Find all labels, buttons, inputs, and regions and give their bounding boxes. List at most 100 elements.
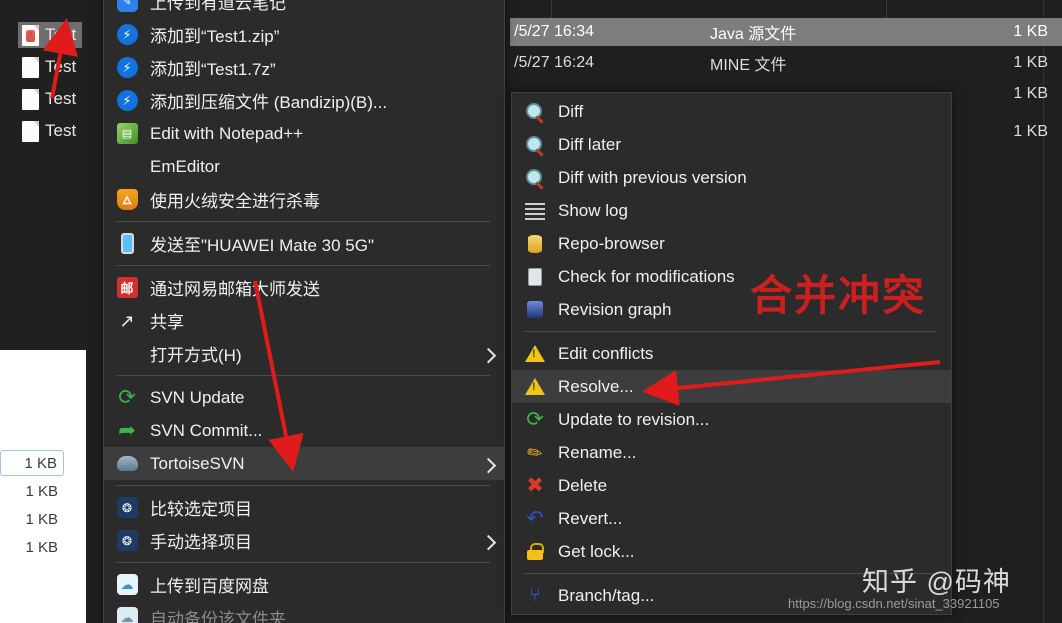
bandizip-icon: ⚡ bbox=[114, 90, 140, 112]
list-item[interactable]: Test bbox=[22, 118, 76, 144]
share-icon: ↗ bbox=[119, 310, 135, 331]
menu-item-svn-commit[interactable]: ➦ SVN Commit... bbox=[104, 414, 504, 447]
menu-item-edit-with-notepadpp[interactable]: ▤ Edit with Notepad++ bbox=[104, 117, 504, 150]
beyond-compare-icon: ❂ bbox=[114, 530, 140, 552]
menu-item-label: Repo-browser bbox=[558, 233, 665, 253]
table-row[interactable]: /5/27 16:34 Java 源文件 1 KB bbox=[510, 18, 1062, 46]
menu-item-label: Get lock... bbox=[558, 541, 635, 561]
menu-item-compare-selected[interactable]: ❂ 比较选定项目 bbox=[104, 491, 504, 524]
menu-item-edit-conflicts[interactable]: Edit conflicts bbox=[512, 337, 951, 370]
cell-type: MINE 文件 bbox=[710, 57, 787, 74]
youdao-note-icon: ✎ bbox=[114, 0, 140, 13]
menu-item-revision-graph[interactable]: Revision graph bbox=[512, 293, 951, 326]
menu-item-label: 添加到“Test1.zip” bbox=[150, 27, 280, 46]
explorer-left-pane bbox=[0, 0, 86, 350]
menu-item-revert[interactable]: ↶ Revert... bbox=[512, 502, 951, 535]
menu-item-add-to-7z[interactable]: ⚡ 添加到“Test1.7z” bbox=[104, 51, 504, 84]
menu-separator bbox=[116, 221, 490, 222]
menu-item-emeditor[interactable]: EmEditor bbox=[104, 150, 504, 183]
warning-icon bbox=[522, 343, 548, 365]
menu-item-tortoisesvn[interactable]: TortoiseSVN bbox=[104, 447, 504, 480]
show-log-icon bbox=[522, 200, 548, 222]
menu-item-show-log[interactable]: Show log bbox=[512, 194, 951, 227]
screenshot-root: Test Test Test Test /5/27 16:34 Java 源文件… bbox=[0, 0, 1062, 623]
menu-item-update-to-revision[interactable]: ⟳ Update to revision... bbox=[512, 403, 951, 436]
menu-separator bbox=[116, 265, 490, 266]
menu-item-auto-backup-folder[interactable]: ☁ 自动备份该文件夹 bbox=[104, 601, 504, 623]
menu-item-add-to-zip[interactable]: ⚡ 添加到“Test1.zip” bbox=[104, 18, 504, 51]
menu-item-label: Edit conflicts bbox=[558, 343, 654, 363]
menu-item-label: Show log bbox=[558, 200, 628, 220]
menu-item-select-manually[interactable]: ❂ 手动选择项目 bbox=[104, 524, 504, 557]
menu-item-add-to-archive[interactable]: ⚡ 添加到压缩文件 (Bandizip)(B)... bbox=[104, 84, 504, 117]
menu-item-check-for-modifications[interactable]: Check for modifications bbox=[512, 260, 951, 293]
context-menu[interactable]: ✎ 上传到有道云笔记 ⚡ 添加到“Test1.zip” ⚡ 添加到“Test1.… bbox=[103, 0, 505, 623]
menu-item-huorong-scan[interactable]: 🜂 使用火绒安全进行杀毒 bbox=[104, 183, 504, 216]
revision-graph-icon bbox=[522, 299, 548, 321]
bandizip-icon: ⚡ bbox=[114, 24, 140, 46]
column-divider bbox=[886, 0, 887, 18]
cell-date: /5/27 16:34 bbox=[514, 23, 595, 40]
none-icon bbox=[114, 343, 140, 365]
revert-arrow-icon: ↶ bbox=[526, 507, 544, 530]
cell-size: 1 KB bbox=[1013, 54, 1048, 71]
bandizip-icon: ⚡ bbox=[114, 57, 140, 79]
menu-item-delete[interactable]: ✖ Delete bbox=[512, 469, 951, 502]
cell-size: 1 KB bbox=[0, 450, 64, 476]
menu-item-label: 使用火绒安全进行杀毒 bbox=[150, 192, 320, 211]
svn-update-icon: ⟳ bbox=[118, 386, 136, 409]
baidu-netdisk-icon: ☁ bbox=[114, 607, 140, 623]
cell-size: 1 KB bbox=[25, 538, 58, 556]
menu-item-label: Resolve... bbox=[558, 376, 634, 396]
menu-item-label: Check for modifications bbox=[558, 266, 735, 286]
menu-item-send-to-phone[interactable]: 发送至"HUAWEI Mate 30 5G" bbox=[104, 227, 504, 260]
cell-size: 1 KB bbox=[25, 482, 58, 500]
svn-commit-icon: ➦ bbox=[118, 419, 136, 442]
file-name: Test bbox=[45, 89, 77, 108]
tortoisesvn-icon bbox=[114, 453, 140, 475]
netease-mail-icon: 邮 bbox=[114, 277, 140, 299]
menu-item-repo-browser[interactable]: Repo-browser bbox=[512, 227, 951, 260]
menu-item-open-with[interactable]: 打开方式(H) bbox=[104, 337, 504, 370]
file-name: Test bbox=[45, 57, 77, 76]
menu-item-upload-baidu-netdisk[interactable]: ☁ 上传到百度网盘 bbox=[104, 568, 504, 601]
emeditor-icon bbox=[114, 156, 140, 178]
lock-icon bbox=[522, 541, 548, 563]
check-modifications-icon bbox=[522, 266, 548, 288]
diff-magnifier-icon bbox=[522, 134, 548, 156]
menu-item-share[interactable]: ↗ 共享 bbox=[104, 304, 504, 337]
menu-item-diff[interactable]: Diff bbox=[512, 95, 951, 128]
menu-item-label: Update to revision... bbox=[558, 409, 710, 429]
menu-item-label: Revision graph bbox=[558, 299, 672, 319]
menu-item-label: Revert... bbox=[558, 508, 623, 528]
list-item[interactable]: Test bbox=[22, 54, 76, 80]
menu-item-send-via-netease-mail[interactable]: 邮 通过网易邮箱大师发送 bbox=[104, 271, 504, 304]
huorong-shield-icon: 🜂 bbox=[114, 189, 140, 211]
list-item[interactable]: Test bbox=[18, 22, 83, 48]
repo-browser-icon bbox=[522, 233, 548, 255]
diff-magnifier-icon bbox=[522, 101, 548, 123]
menu-item-label: Diff later bbox=[558, 134, 621, 154]
menu-item-label: Delete bbox=[558, 475, 608, 495]
menu-item-diff-with-previous-version[interactable]: Diff with previous version bbox=[512, 161, 951, 194]
menu-item-upload-youdao[interactable]: ✎ 上传到有道云笔记 bbox=[104, 0, 504, 18]
list-item[interactable]: Test bbox=[22, 86, 76, 112]
menu-item-label: TortoiseSVN bbox=[150, 453, 245, 473]
tortoisesvn-submenu[interactable]: Diff Diff later Diff with previous versi… bbox=[511, 92, 952, 615]
branch-tag-icon: ⑂ bbox=[529, 585, 541, 606]
menu-item-label: 添加到“Test1.7z” bbox=[150, 60, 276, 79]
menu-item-diff-later[interactable]: Diff later bbox=[512, 128, 951, 161]
java-file-icon bbox=[22, 24, 39, 46]
table-row[interactable]: /5/27 16:24 MINE 文件 1 KB bbox=[510, 49, 1062, 77]
menu-item-resolve[interactable]: Resolve... bbox=[512, 370, 951, 403]
menu-item-label: Diff with previous version bbox=[558, 167, 747, 187]
menu-item-label: 上传到有道云笔记 bbox=[150, 0, 286, 13]
svn-update-icon: ⟳ bbox=[526, 408, 544, 431]
menu-item-label: 手动选择项目 bbox=[150, 533, 252, 552]
menu-item-rename[interactable]: ✎ Rename... bbox=[512, 436, 951, 469]
file-name: Test bbox=[45, 121, 77, 140]
baidu-netdisk-icon: ☁ bbox=[114, 574, 140, 596]
cell-type: Java 源文件 bbox=[710, 26, 797, 43]
menu-item-svn-update[interactable]: ⟳ SVN Update bbox=[104, 381, 504, 414]
phone-icon bbox=[114, 233, 140, 255]
